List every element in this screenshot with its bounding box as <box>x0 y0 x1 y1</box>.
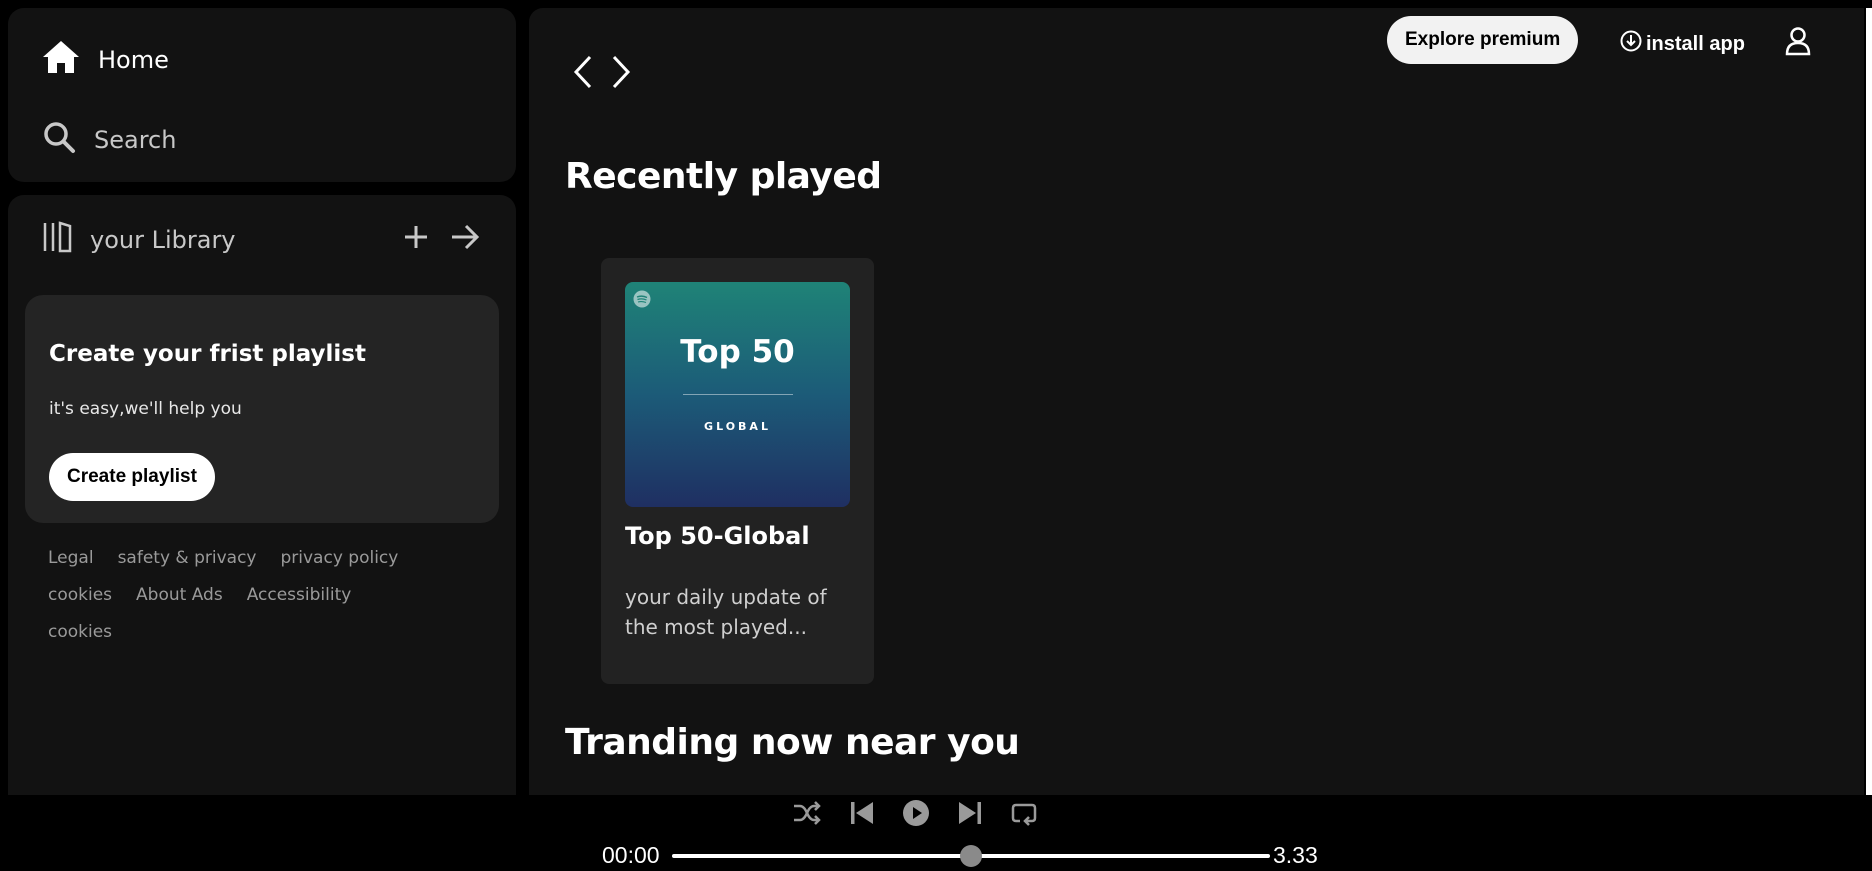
footer-link-safety-privacy[interactable]: safety & privacy <box>118 548 257 568</box>
spotify-logo-icon <box>633 290 651 312</box>
album-cover-title: Top 50 <box>680 334 795 370</box>
album-cover: Top 50 GLOBAL <box>625 282 850 507</box>
create-playlist-card: Create your frist playlist it's easy,we'… <box>25 295 499 523</box>
library-panel: your Library Create your frist playlist … <box>8 195 516 795</box>
plus-icon[interactable] <box>402 223 430 255</box>
footer-link-privacy-policy[interactable]: privacy policy <box>280 548 398 568</box>
footer-links-row: cookies About Ads Accessibility <box>48 585 488 605</box>
total-time: 3.33 <box>1273 842 1318 868</box>
library-icon <box>42 221 74 259</box>
home-icon <box>42 40 80 80</box>
search-icon <box>42 120 76 160</box>
arrow-right-icon[interactable] <box>450 223 480 255</box>
album-title: Top 50-Global <box>625 522 810 550</box>
explore-premium-button[interactable]: Explore premium <box>1387 16 1579 64</box>
shuffle-icon[interactable] <box>792 800 822 830</box>
current-time: 00:00 <box>602 842 660 868</box>
install-app-link[interactable]: install app <box>1620 30 1745 58</box>
history-navigation <box>571 54 633 94</box>
scrollbar[interactable] <box>1866 8 1872 795</box>
footer-links-row: cookies <box>48 622 488 642</box>
playback-controls <box>792 795 1038 835</box>
skip-forward-icon[interactable] <box>956 799 984 831</box>
create-playlist-title: Create your frist playlist <box>49 341 366 367</box>
footer-link-cookies[interactable]: cookies <box>48 585 112 605</box>
library-actions <box>402 223 480 255</box>
library-title: your Library <box>90 226 236 254</box>
user-icon[interactable] <box>1784 26 1812 60</box>
nav-home-label: Home <box>98 46 169 74</box>
chevron-right-icon[interactable] <box>609 54 633 94</box>
create-playlist-button[interactable]: Create playlist <box>49 453 215 501</box>
album-card[interactable]: Top 50 GLOBAL Top 50-Global your daily u… <box>601 258 874 684</box>
repeat-icon[interactable] <box>1010 799 1038 831</box>
album-description: your daily update of the most played... <box>625 585 827 639</box>
skip-back-icon[interactable] <box>848 799 876 831</box>
footer-link-legal[interactable]: Legal <box>48 548 94 568</box>
chevron-left-icon[interactable] <box>571 54 595 94</box>
player-bar: 00:00 3.33 <box>0 795 1872 871</box>
footer-links: Legal safety & privacy privacy policy co… <box>48 548 488 659</box>
album-cover-subtitle: GLOBAL <box>704 420 771 433</box>
sidebar-nav: Home Search <box>8 8 516 182</box>
footer-link-about-ads[interactable]: About Ads <box>136 585 223 605</box>
progress-knob[interactable] <box>960 845 982 867</box>
download-circle-icon <box>1620 30 1642 58</box>
play-icon[interactable] <box>902 799 930 831</box>
recently-played-title: Recently played <box>565 156 882 197</box>
trending-title: Tranding now near you <box>565 722 1020 763</box>
footer-link-accessibility[interactable]: Accessibility <box>247 585 352 605</box>
album-cover-divider <box>683 394 793 395</box>
footer-links-row: Legal safety & privacy privacy policy <box>48 548 488 568</box>
main-content: Explore premium install app Recently pla… <box>529 8 1864 795</box>
progress-bar[interactable] <box>672 845 1270 867</box>
nav-search[interactable]: Search <box>42 120 176 160</box>
footer-link-cookies-2[interactable]: cookies <box>48 622 112 642</box>
nav-home[interactable]: Home <box>42 40 169 80</box>
create-playlist-subtitle: it's easy,we'll help you <box>49 399 242 419</box>
nav-search-label: Search <box>94 126 177 154</box>
install-app-label: install app <box>1646 32 1745 55</box>
library-header[interactable]: your Library <box>42 221 236 259</box>
